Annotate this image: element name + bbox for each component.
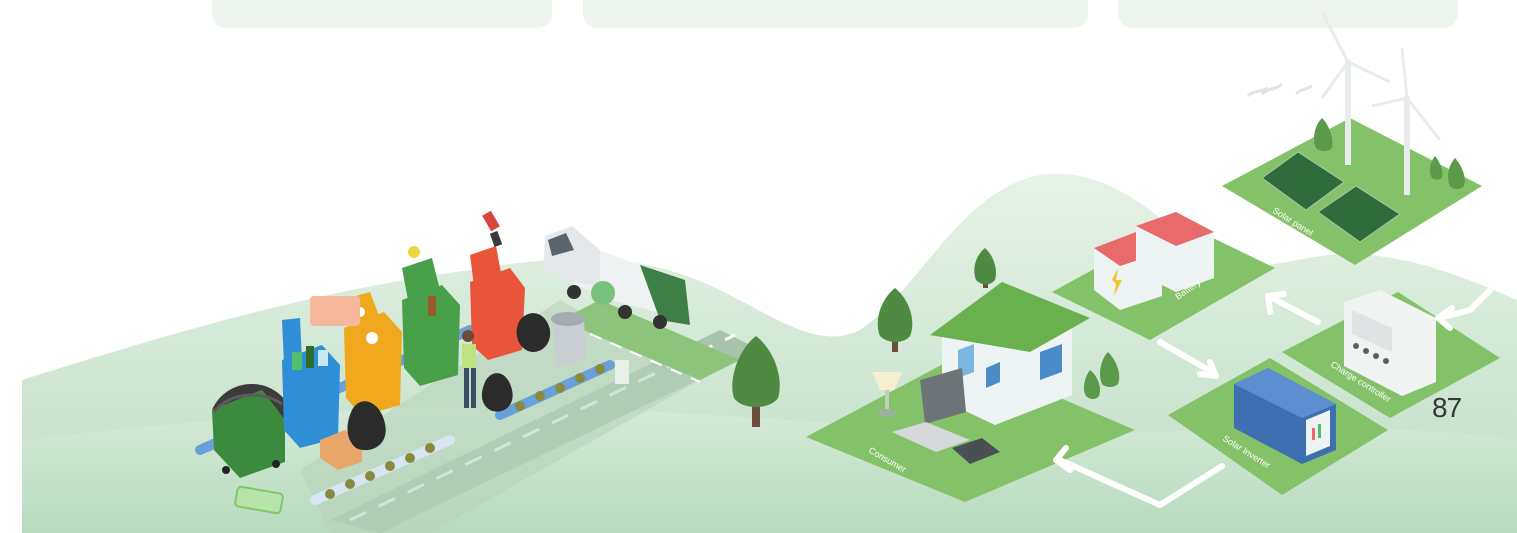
illustration: Consumer Battery Solar panel Charge cont… [22,11,1517,533]
page-number: 87 [1432,392,1462,423]
infographic-page: Consumer Battery Solar panel Charge cont… [0,0,1517,533]
red-bin-icon [470,210,525,360]
pink-block [310,296,360,326]
solar-panel-tile: Solar panel [1222,11,1482,265]
green-bin-icon [402,246,460,386]
birds-icon [1246,82,1313,98]
